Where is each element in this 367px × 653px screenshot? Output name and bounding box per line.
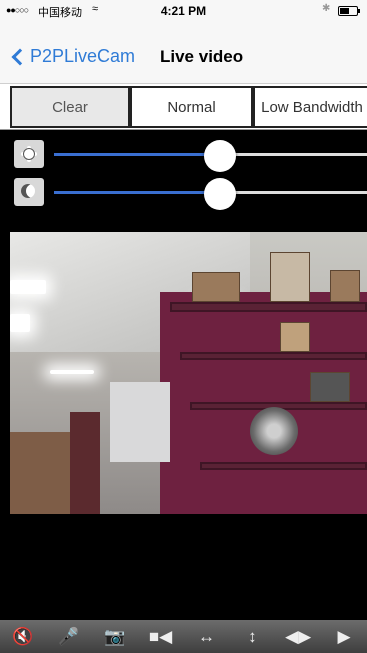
chevron-left-icon [11,48,29,65]
microphone-button[interactable]: 🎤 [54,624,84,650]
video-shelf [200,462,367,470]
ceiling-light [50,370,94,374]
video-fan [250,407,298,455]
image-adjust-panel [0,130,367,212]
mirror-triangles-icon: ◀▶ [285,626,312,646]
mirror-button[interactable]: ◀▶ [283,624,313,650]
contrast-row [0,174,367,210]
horizontal-arrows-icon: ↔ [197,626,215,646]
battery-icon [338,6,360,16]
video-letterbox [10,514,367,620]
mute-speaker-button[interactable]: 🔇 [8,624,38,650]
video-box [270,252,310,302]
ceiling-light [10,314,30,332]
back-button[interactable]: P2PLiveCam [11,46,136,67]
brightness-slider-thumb[interactable] [203,140,236,172]
vertical-arrows-icon: ↕ [248,626,257,646]
video-box [192,272,240,302]
video-shelf [170,302,367,312]
flip-vertical-button[interactable]: ↕ [237,624,267,650]
speaker-muted-icon: 🔇 [12,626,34,646]
snapshot-button[interactable]: 📷 [100,624,130,650]
contrast-fill [54,191,220,194]
quality-option-low-bandwidth[interactable]: Low Bandwidth [253,86,367,128]
back-button-label: P2PLiveCam [30,46,136,66]
quality-segmented-control: Clear Normal Low Bandwidth [0,84,367,130]
video-box [330,270,360,302]
status-time: 4:21 PM [160,4,207,18]
sun-icon [14,140,44,168]
microphone-icon: 🎤 [58,626,80,646]
bottom-toolbar: 🔇 🎤 📷 ■◀ ↔ ↕ ◀▶ ▶ [0,620,367,653]
play-icon: ▶ [337,626,351,646]
video-cabinet [10,432,70,514]
contrast-icon [14,178,44,206]
video-shelf [180,352,367,360]
navigation-bar: P2PLiveCam Live video [0,22,367,84]
live-video-feed[interactable] [10,232,367,514]
camera-icon: 📷 [104,626,126,646]
contrast-slider-thumb[interactable] [203,178,236,210]
video-camera-icon: ■◀ [148,626,173,646]
quality-option-clear[interactable]: Clear [10,86,130,128]
video-box [310,372,350,402]
brightness-fill [54,153,220,156]
quality-option-normal[interactable]: Normal [130,86,253,128]
brightness-row [0,136,367,172]
page-title: Live video [160,47,244,66]
video-doorway [110,382,170,462]
play-button[interactable]: ▶ [329,624,359,650]
video-door-frame [70,412,100,514]
ceiling-light [10,280,46,294]
flip-horizontal-button[interactable]: ↔ [191,624,221,650]
bluetooth-icon: ✱ [322,3,331,14]
status-bar: ●●○○○ 中国移动 ≈ 4:21 PM ✱ [0,0,367,22]
video-box [280,322,310,352]
record-button[interactable]: ■◀ [146,624,176,650]
